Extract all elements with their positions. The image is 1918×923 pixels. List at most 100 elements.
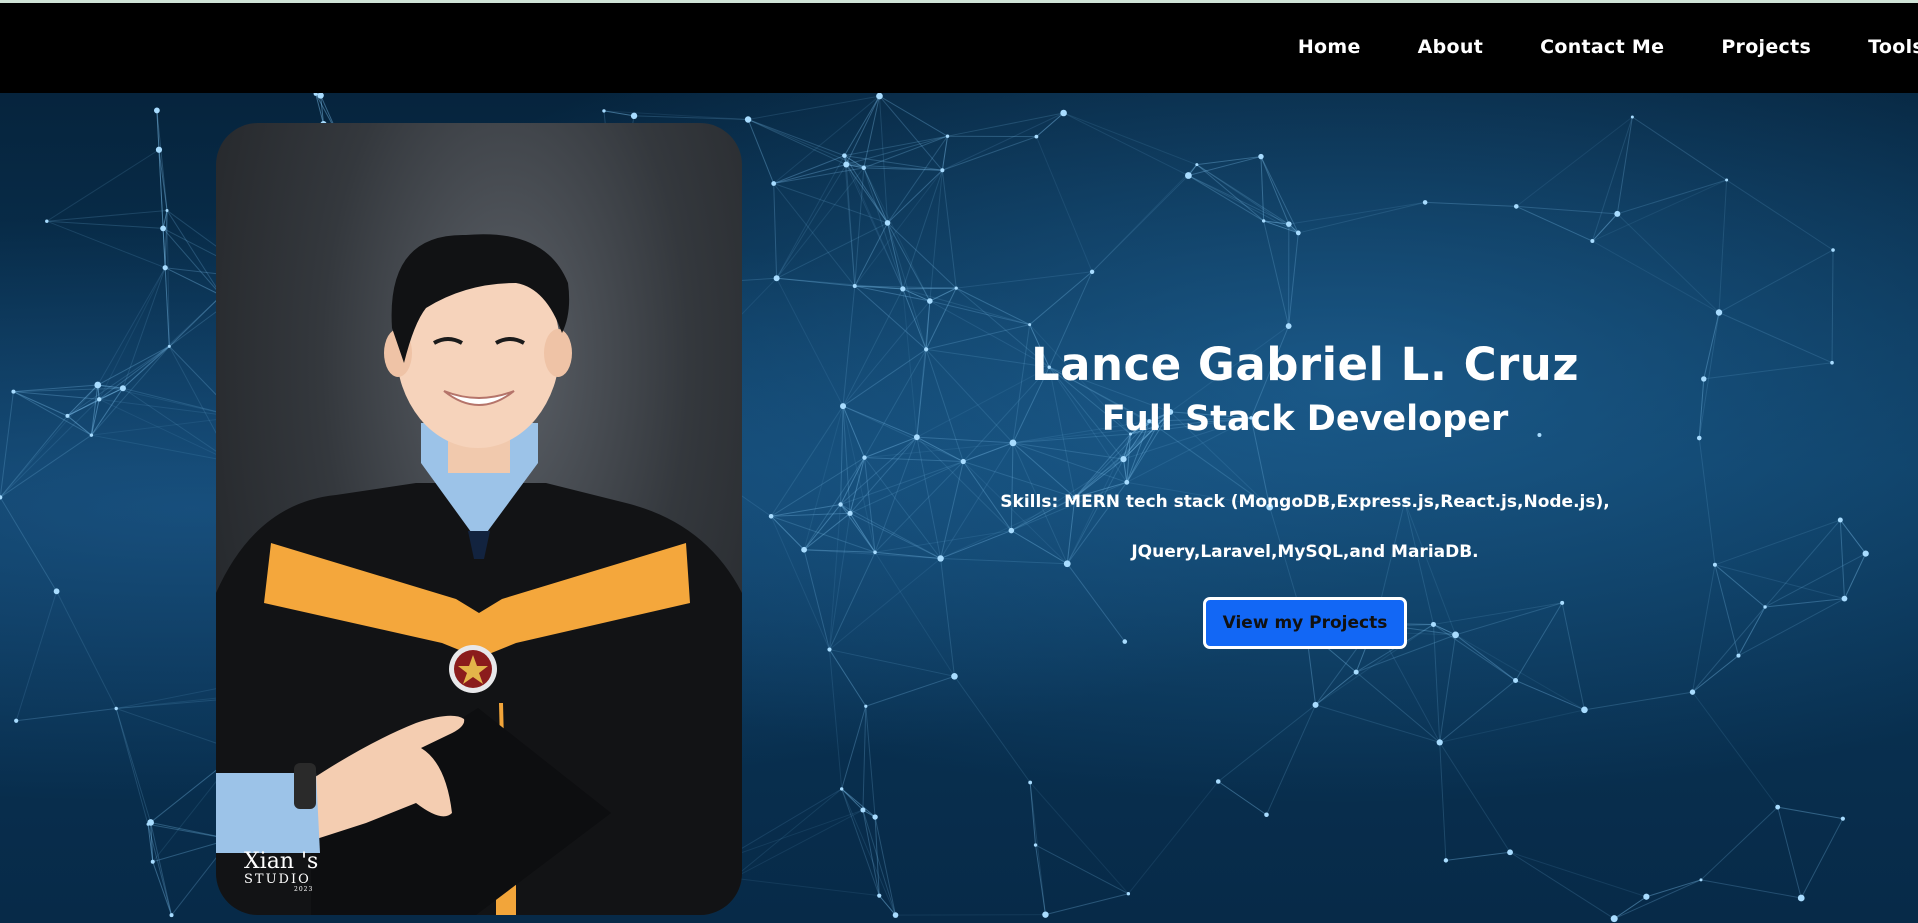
network-link [1439, 680, 1516, 743]
network-link [1698, 378, 1705, 439]
network-node [160, 225, 167, 232]
network-link [1263, 220, 1290, 327]
network-node [1286, 221, 1292, 227]
studio-watermark: Xian 's STUDIO 2023 [244, 850, 318, 893]
network-node [801, 546, 807, 553]
network-node [167, 344, 171, 348]
network-link [147, 824, 173, 916]
network-link [842, 300, 931, 407]
network-link [1445, 851, 1511, 861]
network-link [829, 649, 867, 707]
network-link [0, 391, 14, 498]
hero-skills: Skills: MERN tech stack (MongoDB,Express… [960, 477, 1650, 577]
network-link [1764, 553, 1866, 608]
network-link [1196, 164, 1264, 222]
nav-home[interactable]: Home [1298, 36, 1361, 58]
network-link [1439, 742, 1447, 861]
network-link [879, 95, 948, 137]
network-node [1699, 878, 1703, 882]
network-link [1439, 634, 1457, 743]
view-projects-button[interactable]: View my Projects [1202, 597, 1408, 649]
network-link [942, 136, 1037, 171]
network-link [854, 222, 888, 287]
network-link [1592, 179, 1727, 242]
network-node [1840, 816, 1845, 821]
hero-text: Lance Gabriel L. Cruz Full Stack Develop… [960, 338, 1650, 649]
network-link [1515, 679, 1585, 711]
network-link [1035, 844, 1129, 895]
network-node [1513, 677, 1519, 683]
network-node [945, 134, 950, 138]
network-node [1312, 701, 1319, 708]
network-node [900, 286, 906, 292]
network-link [1439, 709, 1585, 743]
network-link [941, 170, 957, 289]
network-link [1509, 851, 1615, 920]
network-link [1439, 742, 1511, 853]
network-node [864, 704, 868, 708]
network-link [1509, 851, 1647, 898]
network-link [1703, 312, 1720, 380]
network-link [849, 461, 964, 514]
network-link [776, 277, 903, 290]
network-link [1777, 807, 1802, 899]
network-node [1630, 115, 1634, 119]
network-node [114, 706, 118, 711]
network-link [887, 169, 943, 224]
network-link [1091, 175, 1189, 273]
network-node [1610, 915, 1618, 923]
network-link [843, 95, 880, 156]
network-node [1715, 309, 1723, 316]
network-link [1188, 175, 1299, 234]
network-node [146, 822, 150, 826]
network-link [1700, 806, 1779, 881]
network-link [844, 135, 948, 157]
network-link [46, 220, 164, 229]
network-link [1839, 519, 1845, 599]
network-node [155, 146, 163, 153]
network-link [1063, 112, 1198, 166]
network-node [873, 550, 877, 555]
nav-contact-me[interactable]: Contact Me [1540, 36, 1664, 58]
network-node [839, 787, 844, 791]
hero-role: Full Stack Developer [1101, 399, 1509, 439]
network-link [828, 513, 851, 650]
network-link [846, 135, 948, 166]
network-node [1513, 204, 1519, 209]
network-link [13, 391, 92, 436]
network-node [1689, 689, 1696, 695]
network-node [1261, 219, 1266, 223]
network-node [951, 673, 958, 680]
network-link [845, 164, 856, 287]
network-link [1692, 655, 1739, 693]
network-node [1841, 595, 1848, 602]
network-node [1034, 134, 1039, 139]
network-link [1029, 782, 1129, 895]
network-link [747, 119, 847, 165]
network-link [67, 345, 170, 417]
nav-projects[interactable]: Projects [1721, 36, 1811, 58]
network-link [829, 649, 955, 677]
network-node [913, 434, 920, 441]
network-node [840, 403, 847, 410]
network-link [56, 591, 117, 709]
nav-tools[interactable]: Tools [1868, 36, 1918, 58]
network-link [840, 406, 844, 505]
network-link [1692, 691, 1779, 808]
network-node [602, 109, 606, 113]
network-link [776, 278, 844, 407]
network-node [162, 265, 168, 271]
network-node [1285, 323, 1292, 329]
network-node [1507, 849, 1513, 856]
network-link [1646, 879, 1702, 898]
network-node [1831, 248, 1835, 252]
network-node [847, 510, 853, 516]
network-link [97, 267, 166, 386]
network-node [838, 502, 843, 507]
network-link [1698, 312, 1720, 439]
network-link [1718, 312, 1833, 364]
network-link [1196, 156, 1262, 166]
skills-line1: Skills: MERN tech stack (MongoDB,Express… [1000, 492, 1610, 512]
network-node [940, 168, 945, 173]
nav-about[interactable]: About [1418, 36, 1483, 58]
